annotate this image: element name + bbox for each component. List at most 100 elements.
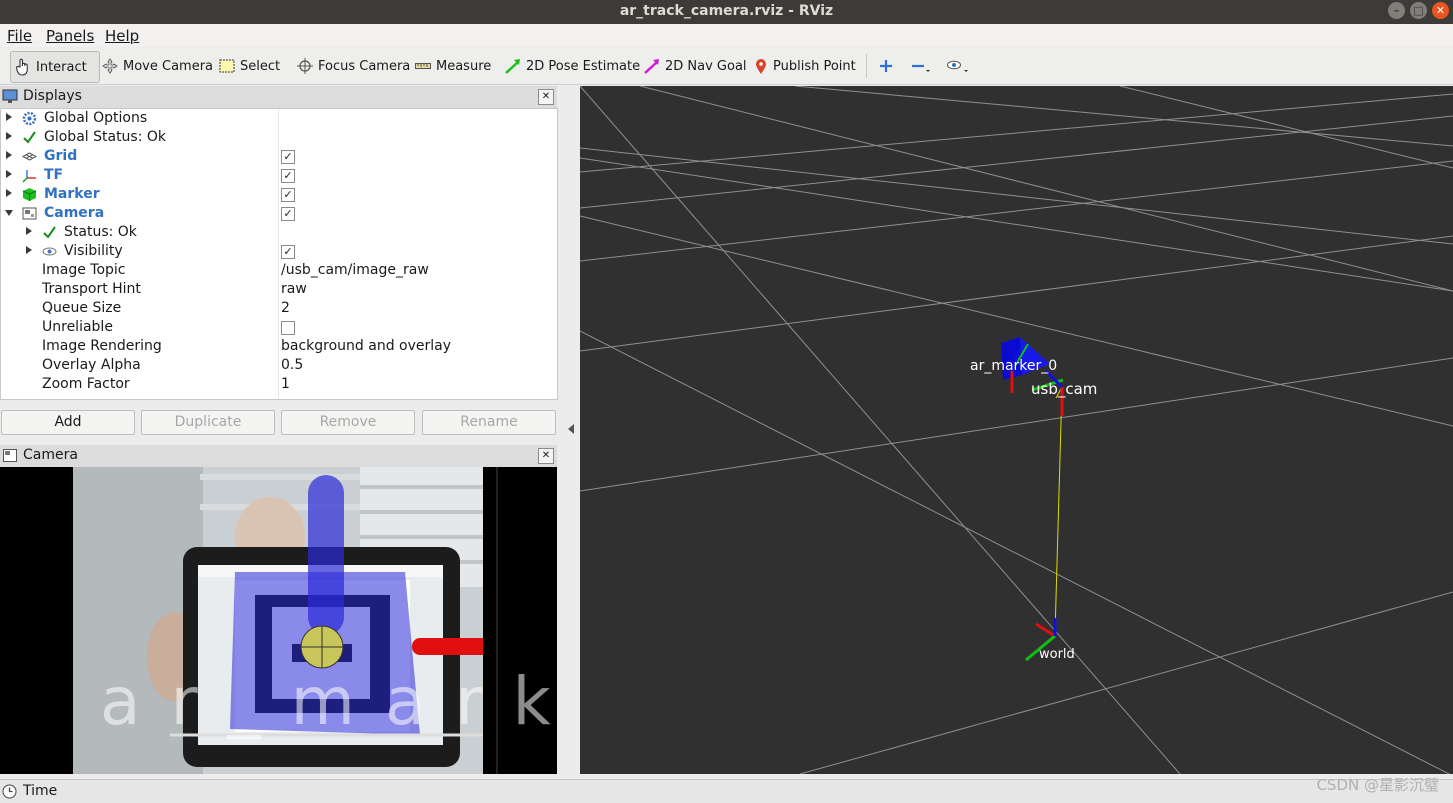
time-panel-bar: Time CSDN @星影沉璧 — [0, 776, 1453, 803]
overlay-alpha-value[interactable]: 0.5 — [281, 357, 303, 373]
menu-file[interactable]: File — [7, 27, 32, 45]
menu-panels[interactable]: Panels — [46, 27, 94, 45]
grid-enabled-checkbox[interactable]: ✓ — [281, 150, 295, 164]
display-row-tf[interactable]: TF ✓ — [1, 166, 557, 185]
close-panel-icon[interactable]: ✕ — [538, 89, 554, 105]
3d-grid-scene — [580, 86, 1453, 774]
rename-display-button[interactable]: Rename — [422, 410, 556, 435]
property-row-image-topic[interactable]: Image Topic /usb_cam/image_raw — [1, 261, 557, 280]
green-arrow-icon — [505, 59, 520, 74]
camera-enabled-checkbox[interactable]: ✓ — [281, 207, 295, 221]
move-camera-tool-button[interactable]: Move Camera — [98, 51, 217, 81]
zoom-factor-value[interactable]: 1 — [281, 376, 290, 392]
close-panel-icon[interactable]: ✕ — [538, 448, 554, 464]
property-row-image-rendering[interactable]: Image Rendering background and overlay — [1, 337, 557, 356]
collapse-left-arrow-icon[interactable] — [568, 424, 574, 434]
duplicate-display-button[interactable]: Duplicate — [141, 410, 275, 435]
focus-crosshair-icon — [297, 58, 313, 74]
add-tool-button[interactable] — [875, 51, 902, 81]
expand-arrow-icon[interactable] — [6, 132, 12, 140]
2d-pose-estimate-tool-label: 2D Pose Estimate — [526, 58, 641, 74]
property-row-transport-hint[interactable]: Transport Hint raw — [1, 280, 557, 299]
property-row-overlay-alpha[interactable]: Overlay Alpha 0.5 — [1, 356, 557, 375]
image-topic-value[interactable]: /usb_cam/image_raw — [281, 262, 429, 278]
focus-camera-tool-button[interactable]: Focus Camera — [293, 51, 414, 81]
interact-tool-button[interactable]: Interact — [10, 51, 100, 83]
remove-tool-button[interactable] — [907, 51, 942, 81]
property-label: Overlay Alpha — [42, 357, 141, 373]
publish-point-tool-label: Publish Point — [773, 58, 856, 74]
property-row-unreliable[interactable]: Unreliable — [1, 318, 557, 337]
display-row-camera-status[interactable]: Status: Ok — [1, 223, 557, 242]
image-rendering-value[interactable]: background and overlay — [281, 338, 451, 354]
property-label: Transport Hint — [42, 281, 141, 297]
eye-icon — [947, 60, 968, 72]
add-display-button[interactable]: Add — [1, 410, 135, 435]
menu-help[interactable]: Help — [105, 27, 139, 45]
collapse-arrow-icon[interactable] — [5, 210, 13, 216]
move-camera-tool-label: Move Camera — [123, 58, 214, 74]
visibility-checkbox[interactable]: ✓ — [281, 245, 295, 259]
display-row-grid[interactable]: Grid ✓ — [1, 147, 557, 166]
property-label: Queue Size — [42, 300, 122, 316]
checkmark-icon — [43, 226, 56, 239]
displays-panel-header: Displays ✕ — [0, 86, 557, 109]
transport-hint-value[interactable]: raw — [281, 281, 307, 297]
measure-tool-label: Measure — [436, 58, 492, 74]
minimize-icon[interactable]: – — [1388, 2, 1405, 19]
display-row-visibility[interactable]: Visibility ✓ — [1, 242, 557, 261]
display-row-marker[interactable]: Marker ✓ — [1, 185, 557, 204]
property-label: Image Rendering — [42, 338, 162, 354]
property-row-queue-size[interactable]: Queue Size 2 — [1, 299, 557, 318]
display-label: Visibility — [64, 243, 123, 259]
select-tool-label: Select — [240, 58, 281, 74]
display-label: Status: Ok — [64, 224, 137, 240]
time-panel-label: Time — [23, 783, 58, 799]
checkmark-icon — [23, 131, 36, 144]
property-label: Image Topic — [42, 262, 126, 278]
camera-panel-header: Camera ✕ — [0, 445, 557, 468]
frame-label-ar-marker: ar_marker_0 — [970, 358, 1058, 374]
2d-nav-goal-tool-button[interactable]: 2D Nav Goal — [640, 51, 751, 81]
2d-nav-goal-tool-label: 2D Nav Goal — [665, 58, 747, 74]
2d-pose-estimate-tool-button[interactable]: 2D Pose Estimate — [501, 51, 644, 81]
display-label: Grid — [44, 148, 78, 164]
measure-tool-button[interactable]: Measure — [411, 51, 495, 81]
display-row-global-options[interactable]: Global Options — [1, 109, 557, 128]
unreliable-checkbox[interactable] — [281, 321, 295, 335]
publish-point-tool-button[interactable]: Publish Point — [750, 51, 860, 81]
property-row-zoom-factor[interactable]: Zoom Factor 1 — [1, 375, 557, 394]
expand-arrow-icon[interactable] — [26, 246, 32, 254]
marker-overlay-label: ar_marker_0 — [100, 663, 557, 740]
property-label: Zoom Factor — [42, 376, 130, 392]
display-row-camera[interactable]: Camera ✓ — [1, 204, 557, 223]
expand-arrow-icon[interactable] — [6, 170, 12, 178]
expand-arrow-icon[interactable] — [6, 151, 12, 159]
expand-arrow-icon[interactable] — [6, 189, 12, 197]
tf-enabled-checkbox[interactable]: ✓ — [281, 169, 295, 183]
3d-render-viewport[interactable]: ar_marker_0 usb_cam world — [580, 86, 1453, 774]
select-tool-button[interactable]: Select — [215, 51, 284, 81]
frame-label-usb-cam: usb_cam — [1031, 380, 1098, 398]
camera-image-view[interactable]: ar_marker_0 — [0, 467, 557, 774]
toolbar-separator — [866, 54, 867, 78]
expand-arrow-icon[interactable] — [6, 113, 12, 121]
queue-size-value[interactable]: 2 — [281, 300, 290, 316]
display-label: Camera — [44, 205, 105, 221]
eye-icon — [42, 247, 57, 256]
display-row-global-status[interactable]: Global Status: Ok — [1, 128, 557, 147]
maximize-icon[interactable]: □ — [1410, 2, 1427, 19]
camera-panel-title: Camera — [23, 447, 78, 463]
view-menu-button[interactable] — [942, 51, 979, 81]
remove-display-button[interactable]: Remove — [281, 410, 415, 435]
window-title: ar_track_camera.rviz - RViz — [619, 3, 834, 19]
close-icon[interactable]: ✕ — [1432, 2, 1449, 19]
expand-arrow-icon[interactable] — [26, 227, 32, 235]
focus-camera-tool-label: Focus Camera — [318, 58, 411, 74]
displays-tree: Global Options Global Status: Ok Grid ✓ … — [0, 108, 558, 400]
gear-icon — [22, 111, 37, 126]
display-label: Global Status: Ok — [44, 129, 167, 145]
magenta-arrow-icon — [644, 59, 659, 74]
marker-enabled-checkbox[interactable]: ✓ — [281, 188, 295, 202]
display-label: TF — [44, 167, 64, 183]
